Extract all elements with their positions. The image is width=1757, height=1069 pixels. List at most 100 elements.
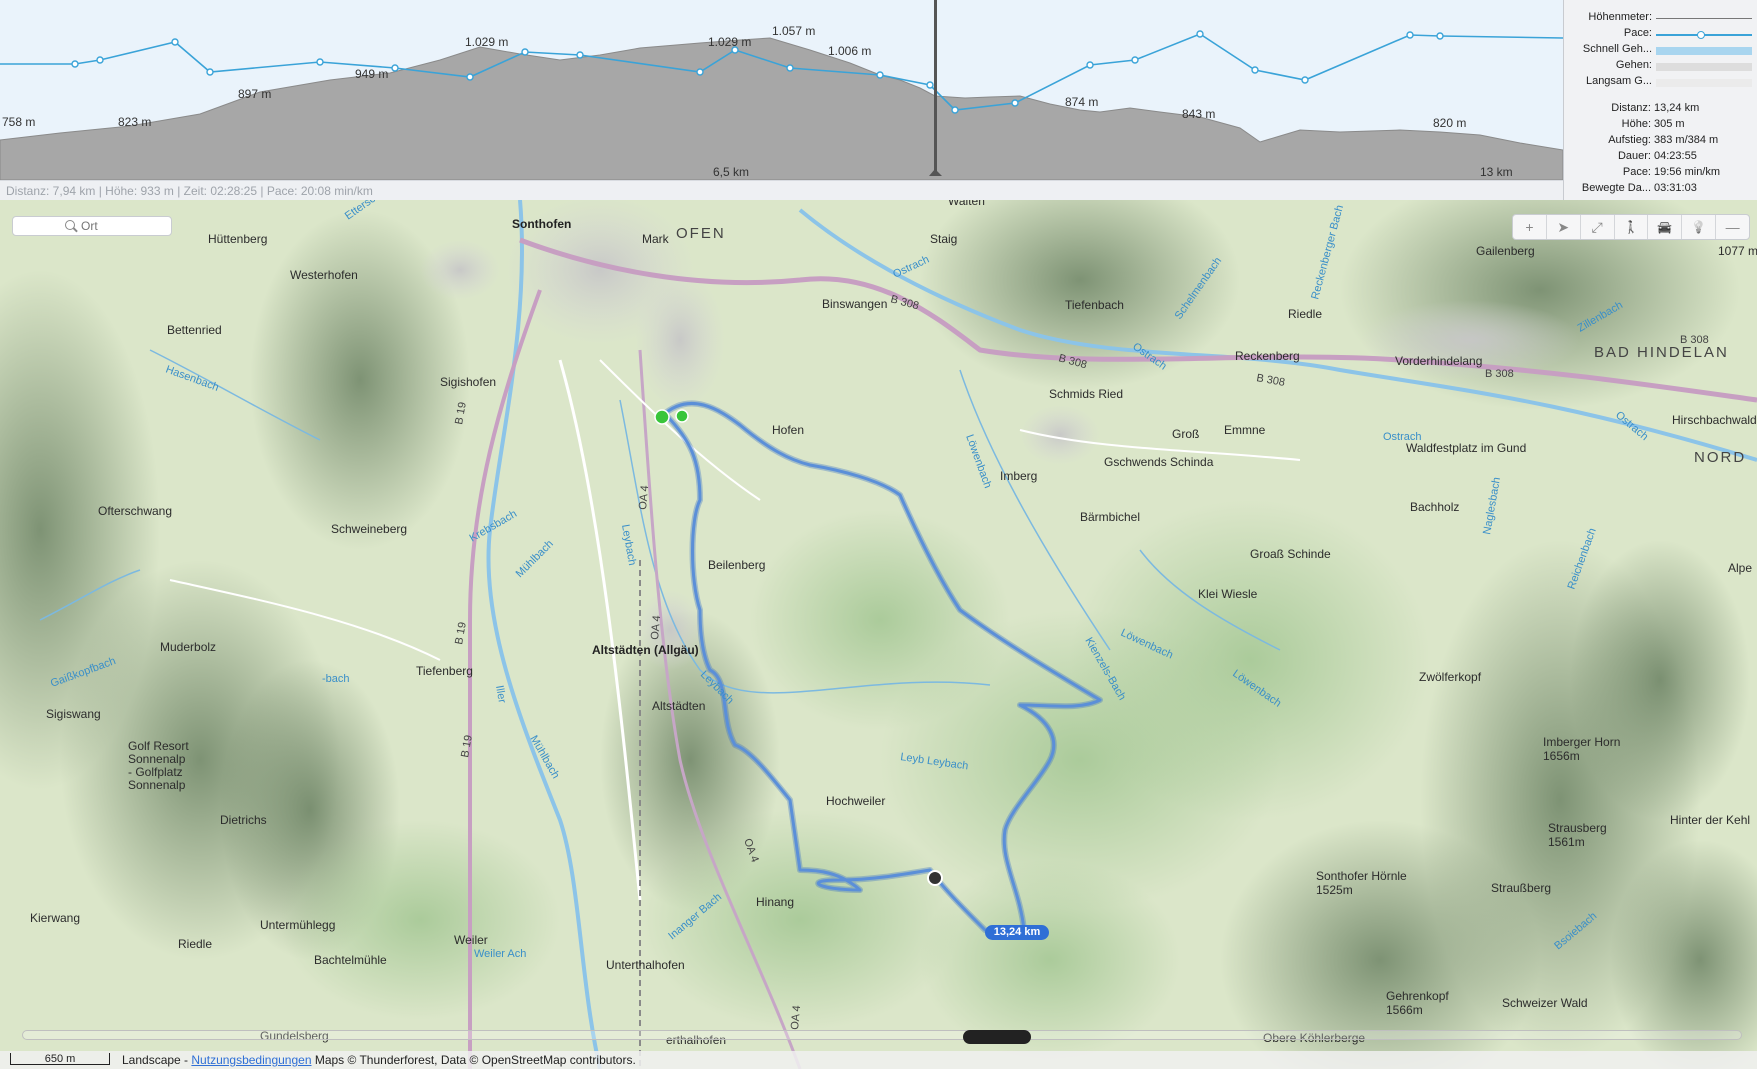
legend-swatch	[1656, 63, 1752, 71]
stat-value: 19:56 min/km	[1654, 166, 1721, 178]
legend-marker	[1697, 31, 1705, 39]
place-label: Untermühlegg	[260, 918, 335, 932]
zoom-in-button[interactable]: +	[1513, 215, 1547, 239]
zoom-in-icon: +	[1525, 219, 1534, 235]
road-label: B 308	[1485, 368, 1514, 380]
place-label: Sigishofen	[440, 375, 496, 389]
zoom-out-button[interactable]: —	[1716, 215, 1749, 239]
place-label: Hüttenberg	[208, 232, 267, 246]
stat-label: Aufstieg:	[1608, 134, 1651, 146]
legend-swatch	[1656, 79, 1752, 87]
search-input[interactable]	[81, 218, 166, 234]
place-label: Zwölferkopf	[1419, 670, 1482, 684]
walking-icon: 🚶	[1623, 220, 1639, 234]
place-label: Schweizer Wald	[1502, 996, 1588, 1010]
map-canvas[interactable]: Sonthofen OFEN Mark Walten Staig Hüttenb…	[0, 200, 1757, 1069]
stat-value: 03:31:03	[1654, 182, 1697, 194]
legend-item-walk: Gehen:	[1564, 59, 1757, 75]
elev-label: 1.029 m	[465, 35, 508, 49]
place-label: Binswangen	[822, 297, 887, 311]
legend-label: Schnell Geh...	[1582, 43, 1652, 55]
legend-item-pace: Pace:	[1564, 27, 1757, 43]
legend-item-slow-walk: Langsam G...	[1564, 75, 1757, 91]
place-label: Kierwang	[30, 911, 80, 925]
place-label: Groaß Schinde	[1250, 547, 1331, 561]
lightbulb-button[interactable]: 💡	[1682, 215, 1717, 239]
road-label: OA 4	[789, 1005, 803, 1030]
place-label: Weiler	[454, 933, 488, 947]
place-label: Ofterschwang	[98, 504, 172, 518]
place-label: Sigiswang	[46, 707, 101, 721]
place-label: Mark	[642, 232, 670, 246]
place-label: Tiefenbach	[1065, 298, 1124, 312]
stat-value: 383 m/384 m	[1654, 134, 1719, 146]
place-label: Riedle	[1288, 307, 1322, 321]
place-label: Emmne	[1224, 423, 1266, 437]
place-label: BAD HINDELAN	[1594, 344, 1729, 361]
place-label: Vorderhindelang	[1395, 354, 1482, 368]
fullscreen-button[interactable]: ⤢	[1581, 215, 1615, 239]
legend-swatch	[1656, 47, 1752, 55]
place-label: Waldfestplatz im Gund	[1406, 441, 1526, 455]
separator: -	[180, 1053, 192, 1067]
place-label: 1561m	[1548, 835, 1585, 849]
place-label: Sonthofen	[512, 217, 571, 231]
elev-label: 820 m	[1433, 116, 1466, 130]
track-distance-badge: 13,24 km	[985, 925, 1049, 940]
place-label: Beilenberg	[708, 558, 765, 572]
water-label: Ostrach	[1383, 431, 1422, 443]
elev-label: 758 m	[2, 115, 35, 129]
place-label: Gailenberg	[1476, 244, 1535, 258]
profile-cursor[interactable]	[934, 0, 937, 176]
elev-label: 1.006 m	[828, 44, 871, 58]
attribution: Landscape - Nutzungsbedingungen Maps © T…	[122, 1051, 636, 1069]
place-label: Hirschbachwald	[1672, 413, 1757, 427]
place-label: Bettenried	[167, 323, 222, 337]
place-label: Schmids Ried	[1049, 387, 1123, 401]
elevation-profile-chart[interactable]: 758 m 823 m 897 m 949 m 1.029 m 1.029 m …	[0, 0, 1563, 180]
place-label: Altstädten	[652, 699, 705, 713]
horizontal-scrollbar-track[interactable]	[22, 1030, 1742, 1040]
place-label: Groß	[1172, 427, 1199, 441]
place-label: NORD	[1694, 449, 1746, 466]
elev-label: 823 m	[118, 115, 151, 129]
place-label: Hofen	[772, 423, 804, 437]
start-marker[interactable]	[654, 409, 670, 425]
place-label: Unterthalhofen	[606, 958, 685, 972]
search-field[interactable]	[12, 216, 172, 236]
place-label: Klei Wiesle	[1198, 587, 1258, 601]
place-label: Imberger Horn	[1543, 735, 1620, 749]
elev-label: 897 m	[238, 87, 271, 101]
place-label: Bachholz	[1410, 500, 1459, 514]
place-label: Riedle	[178, 937, 212, 951]
scale-bar: 650 m	[10, 1053, 110, 1065]
map-svg[interactable]: Sonthofen OFEN Mark Walten Staig Hüttenb…	[0, 200, 1757, 1069]
elev-label: 874 m	[1065, 95, 1098, 109]
elev-label: 843 m	[1182, 107, 1215, 121]
legend-panel: Höhenmeter: Pace: Schnell Geh... Gehen: …	[1563, 0, 1757, 200]
place-label: Muderbolz	[160, 640, 216, 654]
locate-button[interactable]: ➤	[1547, 215, 1581, 239]
lightbulb-icon: 💡	[1691, 220, 1707, 234]
legend-label: Gehen:	[1615, 59, 1652, 71]
car-mode-button[interactable]: 🚘	[1648, 215, 1683, 239]
place-label: 1077 m	[1718, 244, 1757, 258]
place-label: Tiefenberg	[416, 664, 473, 678]
place-label: Sonnenalp	[128, 778, 186, 792]
horizontal-scrollbar-thumb[interactable]	[963, 1030, 1031, 1044]
place-label: Hochweiler	[826, 794, 885, 808]
place-label: Gehrenkopf	[1386, 989, 1449, 1003]
stat-label: Distanz:	[1611, 102, 1651, 114]
elevation-profile[interactable]: 758 m 823 m 897 m 949 m 1.029 m 1.029 m …	[0, 0, 1563, 200]
road-label: B 308	[1680, 334, 1709, 346]
place-label: Hinter der Kehl	[1670, 813, 1750, 827]
photo-marker[interactable]	[927, 870, 943, 886]
stat-label: Bewegte Da...	[1581, 182, 1651, 194]
walking-mode-button[interactable]: 🚶	[1615, 215, 1649, 239]
stat-value: 04:23:55	[1654, 150, 1697, 162]
terms-link[interactable]: Nutzungsbedingungen	[191, 1053, 311, 1067]
place-label: Dietrichs	[220, 813, 267, 827]
place-label: Westerhofen	[290, 268, 358, 282]
stat-label: Höhe:	[1621, 118, 1651, 130]
track-arrow-marker[interactable]	[675, 409, 689, 423]
